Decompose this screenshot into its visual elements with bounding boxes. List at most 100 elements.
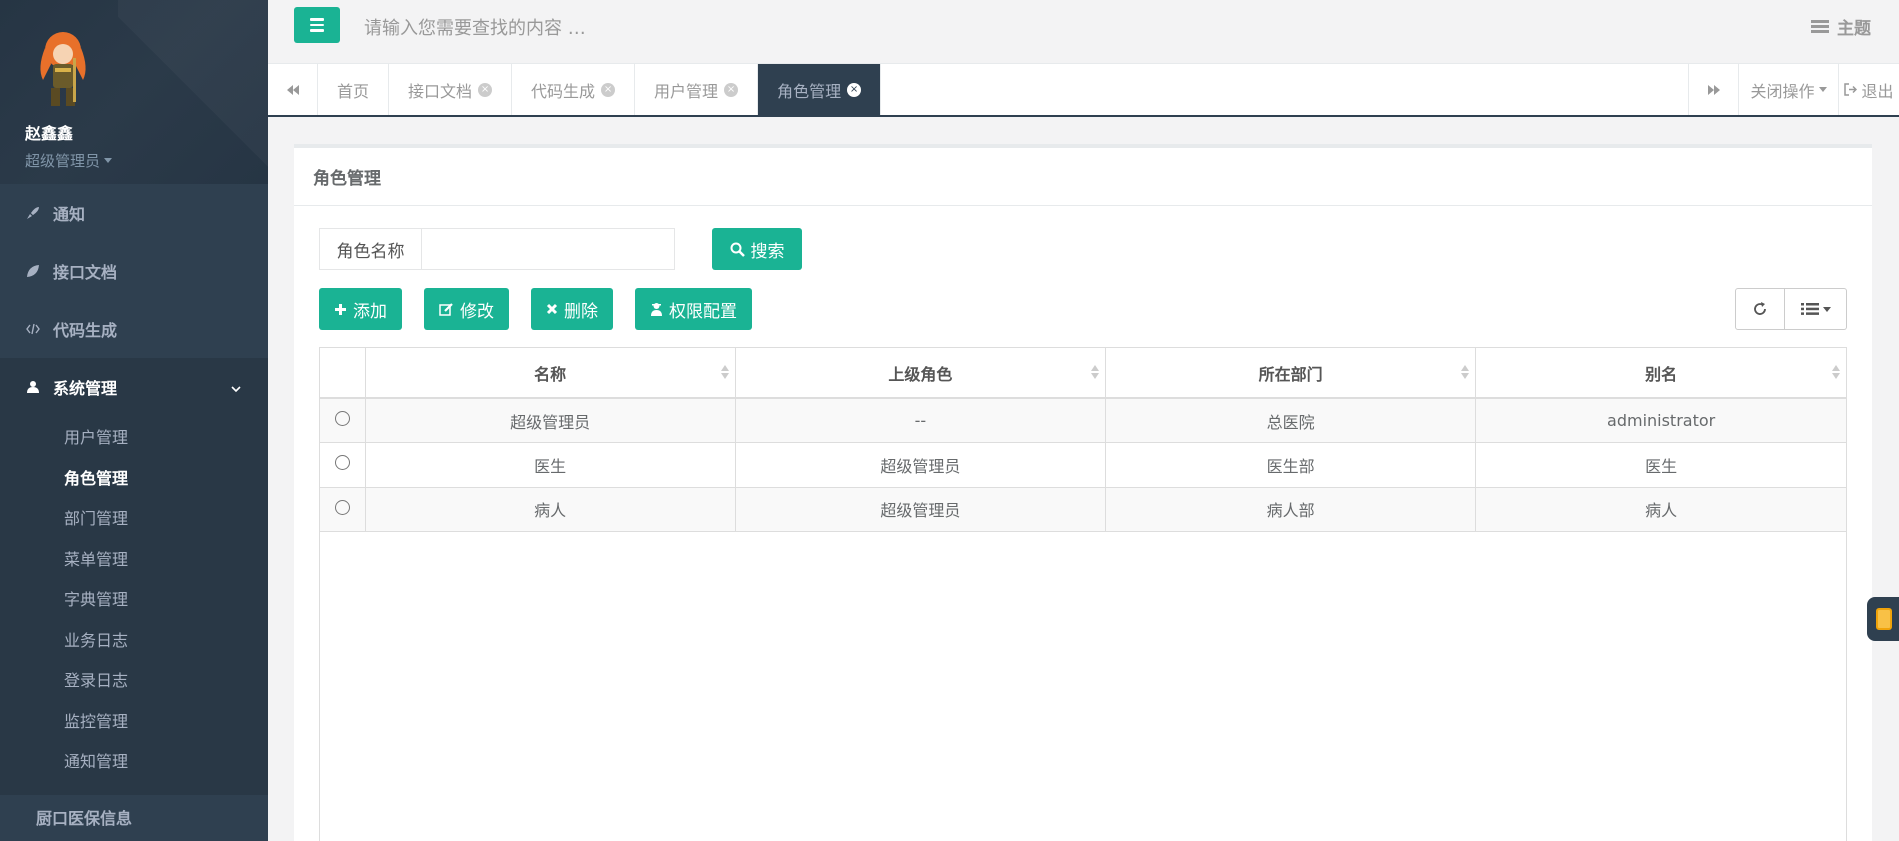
permission-config-label: 权限配置 (669, 301, 737, 322)
table-row[interactable]: 病人 超级管理员 病人部 病人 (320, 487, 1846, 532)
close-icon[interactable]: × (601, 82, 616, 97)
sidebar-item-label: 接口文档 (53, 263, 118, 282)
columns-toggle-button[interactable] (1785, 288, 1847, 330)
sidebar: 赵鑫鑫 超级管理员 通知 接口文档 代码生成 系统管理 用户管理 角色管理 部门… (0, 0, 268, 841)
tab-label: 首页 (337, 81, 370, 101)
sidebar-item-system[interactable]: 系统管理 (0, 358, 268, 416)
backward-icon (286, 84, 299, 95)
edit-button[interactable]: 修改 (424, 288, 509, 330)
page-title: 角色管理 (294, 148, 1872, 206)
sidebar-item-insurance[interactable]: 厨口医保信息 (0, 795, 268, 835)
cell-name: 超级管理员 (365, 398, 736, 443)
close-icon[interactable]: × (478, 82, 493, 97)
sidebar-item-business-log[interactable]: 业务日志 (0, 619, 268, 660)
sidebar-item-api-docs[interactable]: 接口文档 (0, 242, 268, 300)
logout-button[interactable]: 退出 (1838, 64, 1899, 115)
edit-icon (439, 302, 453, 316)
row-select[interactable] (320, 398, 366, 443)
search-icon (730, 242, 745, 257)
sort-icon (1091, 365, 1099, 379)
add-button[interactable]: 添加 (319, 288, 402, 330)
sidebar-item-notice[interactable]: 通知 (0, 184, 268, 242)
cell-alias: 医生 (1475, 442, 1846, 488)
column-header-parent-role[interactable]: 上级角色 (735, 348, 1107, 399)
cell-parent-role: -- (735, 398, 1107, 443)
table-row[interactable]: 医生 超级管理员 医生部 医生 (320, 442, 1846, 488)
tabs-scroll-right-button[interactable] (1688, 64, 1738, 115)
add-button-label: 添加 (353, 301, 387, 322)
delete-button[interactable]: 删除 (531, 288, 613, 330)
table-row[interactable]: 超级管理员 -- 总医院 administrator (320, 398, 1846, 443)
close-icon[interactable]: × (724, 82, 739, 97)
column-header-label: 所在部门 (1258, 364, 1323, 384)
tab-home[interactable]: 首页 (318, 64, 390, 115)
cell-department: 医生部 (1105, 442, 1477, 488)
refresh-button[interactable] (1735, 288, 1785, 330)
radio-button[interactable] (334, 499, 350, 515)
sidebar-item-menus[interactable]: 菜单管理 (0, 538, 268, 579)
user-role-label: 超级管理员 (25, 152, 101, 170)
search-button-label: 搜索 (750, 241, 785, 262)
cell-alias: 病人 (1475, 487, 1846, 532)
plugin-icon (1876, 608, 1892, 630)
sidebar-item-login-log[interactable]: 登录日志 (0, 659, 268, 700)
tab-roles[interactable]: 角色管理 × (758, 64, 882, 115)
sidebar-item-monitor[interactable]: 监控管理 (0, 700, 268, 741)
content-panel: 角色管理 角色名称 搜索 添加 修改 删除 权限配置 名称 上级角色 所在部门 … (294, 144, 1872, 841)
theme-button[interactable]: 主题 (1811, 14, 1871, 39)
search-button[interactable]: 搜索 (712, 228, 802, 270)
avatar[interactable] (29, 28, 97, 110)
sort-icon (720, 365, 729, 379)
row-select[interactable] (320, 487, 366, 532)
role-name-input-group: 角色名称 (319, 228, 675, 270)
cell-parent-role: 超级管理员 (735, 442, 1107, 488)
user-icon (25, 379, 41, 395)
column-header-name[interactable]: 名称 (365, 348, 736, 399)
table-tools (1735, 288, 1847, 330)
radio-button[interactable] (334, 455, 350, 471)
code-icon (25, 321, 41, 337)
user-role-dropdown[interactable]: 超级管理员 (25, 150, 268, 171)
sign-out-icon (1844, 83, 1858, 96)
global-search-input[interactable]: 请输入您需要查找的内容 … (364, 14, 586, 40)
role-name-input[interactable] (422, 229, 674, 269)
tab-label: 用户管理 (654, 81, 719, 101)
forward-icon (1707, 84, 1720, 95)
sidebar-item-label: 系统管理 (53, 379, 118, 398)
cell-name: 医生 (365, 442, 736, 488)
sidebar-item-codegen[interactable]: 代码生成 (0, 300, 268, 358)
floating-plugin-button[interactable] (1867, 597, 1899, 641)
tabs-right-controls: 关闭操作 退出 (1688, 64, 1899, 115)
column-header-department[interactable]: 所在部门 (1105, 348, 1477, 399)
close-icon[interactable]: × (847, 82, 862, 97)
plus-icon (335, 303, 346, 315)
cell-alias: administrator (1475, 398, 1846, 443)
permission-config-button[interactable]: 权限配置 (635, 288, 752, 330)
column-header-alias[interactable]: 别名 (1475, 348, 1846, 399)
column-header-label: 别名 (1645, 364, 1678, 384)
sidebar-item-notice-manage[interactable]: 通知管理 (0, 740, 268, 781)
tabs-scroll-left-button[interactable] (268, 64, 318, 115)
chevron-down-icon (230, 378, 242, 397)
tab-users[interactable]: 用户管理 × (635, 64, 759, 115)
theme-label: 主题 (1837, 19, 1871, 39)
sort-icon (1832, 365, 1840, 379)
menu-toggle-button[interactable] (294, 7, 340, 43)
column-header-label: 名称 (534, 364, 567, 384)
sidebar-item-users[interactable]: 用户管理 (0, 416, 268, 457)
caret-down-icon (104, 158, 113, 163)
tab-api-docs[interactable]: 接口文档 × (389, 64, 513, 115)
close-operations-dropdown[interactable]: 关闭操作 (1738, 64, 1838, 115)
row-select[interactable] (320, 442, 366, 488)
hamburger-icon (310, 18, 324, 21)
sort-icon (1461, 365, 1470, 379)
tab-codegen[interactable]: 代码生成 × (512, 64, 636, 115)
cell-department: 病人部 (1105, 487, 1477, 532)
user-name: 赵鑫鑫 (25, 124, 74, 143)
radio-button[interactable] (334, 411, 350, 426)
action-toolbar: 添加 修改 删除 权限配置 (319, 288, 752, 330)
sidebar-item-dictionary[interactable]: 字典管理 (0, 578, 268, 619)
sidebar-item-roles[interactable]: 角色管理 (0, 457, 268, 498)
sidebar-item-departments[interactable]: 部门管理 (0, 497, 268, 538)
cell-department: 总医院 (1105, 398, 1477, 443)
